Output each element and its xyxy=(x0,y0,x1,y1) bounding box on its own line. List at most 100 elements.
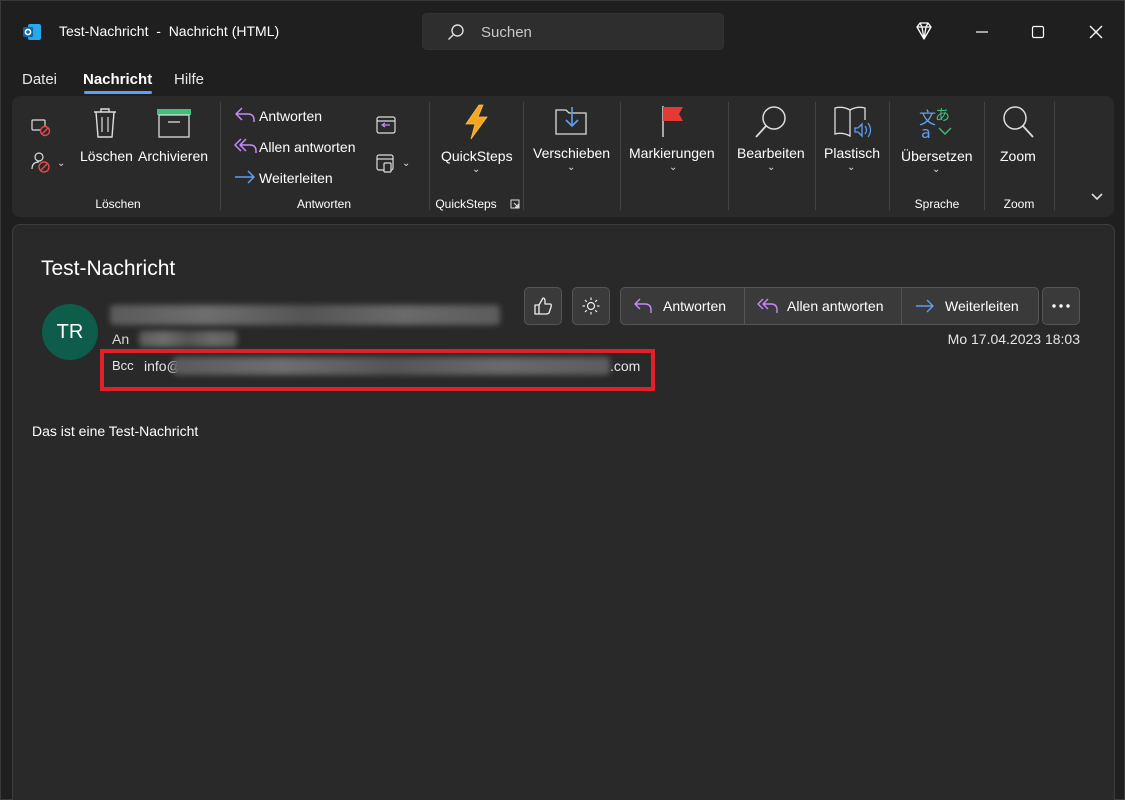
sender-name-redacted xyxy=(110,305,500,325)
edit-button-label[interactable]: Bearbeiten xyxy=(737,145,805,161)
ribbon: ⌄ Löschen Archivieren Löschen Antworten … xyxy=(12,96,1114,217)
tab-datei[interactable]: Datei xyxy=(22,71,57,88)
search-icon xyxy=(448,24,464,40)
quicksteps-lightning-icon[interactable] xyxy=(461,104,491,140)
delete-icon[interactable] xyxy=(91,106,119,140)
reply-all-button-label[interactable]: Allen antworten xyxy=(259,139,356,155)
chevron-down-icon[interactable]: ⌄ xyxy=(472,164,480,175)
maximize-icon[interactable] xyxy=(1023,17,1053,47)
group-label-antworten: Antworten xyxy=(296,197,352,211)
delete-button-label[interactable]: Löschen xyxy=(80,148,133,164)
edit-search-icon[interactable] xyxy=(753,104,789,140)
group-label-zoom: Zoom xyxy=(1003,197,1035,211)
reply-all-label: Allen antworten xyxy=(787,298,884,314)
ribbon-separator xyxy=(523,102,524,210)
forward-button-label[interactable]: Weiterleiten xyxy=(259,170,333,186)
more-respond-icon[interactable] xyxy=(375,152,397,174)
ribbon-separator xyxy=(815,102,816,210)
sender-avatar: TR xyxy=(42,304,98,360)
reply-all-button[interactable]: Allen antworten xyxy=(757,288,884,324)
avatar-initials: TR xyxy=(56,320,84,343)
close-icon[interactable] xyxy=(1081,17,1111,47)
bcc-address-redacted xyxy=(173,357,610,375)
chevron-down-icon[interactable]: ⌄ xyxy=(567,162,575,173)
premium-diamond-icon[interactable] xyxy=(909,17,939,47)
meeting-reply-icon[interactable] xyxy=(375,114,397,136)
translate-button-label[interactable]: Übersetzen xyxy=(901,148,973,164)
reply-actions: Antworten Allen antworten Weiterleiten xyxy=(620,287,1039,325)
more-actions-button[interactable] xyxy=(1042,287,1080,325)
chevron-down-icon[interactable]: ⌄ xyxy=(932,164,940,175)
group-label-quicksteps: QuickSteps xyxy=(435,197,497,211)
chevron-down-icon[interactable]: ⌄ xyxy=(669,162,677,173)
dialog-launcher-icon[interactable] xyxy=(510,199,520,209)
svg-text:あ: あ xyxy=(935,106,950,124)
search-box[interactable]: Suchen xyxy=(422,13,724,50)
reply-icon[interactable] xyxy=(234,106,256,124)
minimize-icon[interactable] xyxy=(967,17,997,47)
translate-icon[interactable]: 文 あ a xyxy=(917,104,955,140)
bcc-address-end[interactable]: .com xyxy=(610,358,640,374)
to-recipient-redacted[interactable] xyxy=(139,331,237,347)
message-date: Mo 17.04.2023 18:03 xyxy=(947,331,1080,347)
block-sender-icon[interactable] xyxy=(30,151,56,175)
zoom-icon[interactable] xyxy=(1000,104,1036,140)
flag-icon[interactable] xyxy=(660,104,686,138)
ribbon-expand-chevron-icon[interactable] xyxy=(1090,192,1104,202)
reply-button[interactable]: Antworten xyxy=(633,288,726,324)
thumbs-up-icon xyxy=(534,297,552,315)
group-label-loeschen: Löschen xyxy=(95,197,141,211)
ribbon-separator xyxy=(1054,102,1055,210)
outlook-message-window: Test-Nachricht - Nachricht (HTML) Suchen… xyxy=(0,0,1125,800)
brightness-toggle-button[interactable] xyxy=(572,287,610,325)
move-icon[interactable] xyxy=(554,104,588,136)
ribbon-separator xyxy=(429,102,430,210)
tab-nachricht[interactable]: Nachricht xyxy=(83,71,152,88)
reply-all-icon[interactable] xyxy=(234,137,258,155)
chevron-down-icon[interactable]: ⌄ xyxy=(847,162,855,173)
flag-button-label[interactable]: Markierungen xyxy=(629,145,715,161)
immersive-reader-icon[interactable] xyxy=(833,104,873,140)
title-bar: Test-Nachricht - Nachricht (HTML) Suchen xyxy=(1,1,1124,63)
ribbon-separator xyxy=(620,102,621,210)
zoom-button-label[interactable]: Zoom xyxy=(1000,148,1036,164)
ribbon-separator xyxy=(984,102,985,210)
action-separator xyxy=(901,288,902,324)
ribbon-separator xyxy=(728,102,729,210)
message-pane: Test-Nachricht TR An Bcc info@ .com Antw… xyxy=(12,224,1115,800)
archive-icon[interactable] xyxy=(156,108,192,138)
archive-button-label[interactable]: Archivieren xyxy=(138,148,208,164)
ribbon-separator xyxy=(889,102,890,210)
immersive-reader-button-label[interactable]: Plastisch xyxy=(824,145,880,161)
reply-all-icon xyxy=(757,298,778,313)
action-separator xyxy=(744,288,745,324)
reply-icon xyxy=(634,298,652,313)
menu-tabs: Datei Nachricht Hilfe xyxy=(1,65,401,94)
reply-label: Antworten xyxy=(663,298,727,314)
more-dots-icon xyxy=(1052,304,1070,308)
tab-hilfe[interactable]: Hilfe xyxy=(174,71,204,88)
outlook-app-icon xyxy=(23,24,41,40)
forward-icon xyxy=(916,299,934,313)
ignore-icon[interactable] xyxy=(30,116,52,138)
active-tab-indicator xyxy=(84,91,152,94)
search-placeholder: Suchen xyxy=(481,24,532,41)
svg-text:a: a xyxy=(921,123,931,140)
bcc-label: Bcc xyxy=(112,358,134,373)
move-button-label[interactable]: Verschieben xyxy=(533,145,610,161)
sun-icon xyxy=(582,297,600,315)
forward-button[interactable]: Weiterleiten xyxy=(915,288,1019,324)
message-subject: Test-Nachricht xyxy=(41,257,176,280)
reply-button-label[interactable]: Antworten xyxy=(259,108,322,124)
message-body: Das ist eine Test-Nachricht xyxy=(32,423,199,439)
to-label: An xyxy=(112,331,130,347)
quicksteps-button-label[interactable]: QuickSteps xyxy=(441,148,513,164)
like-button[interactable] xyxy=(524,287,562,325)
chevron-down-icon[interactable]: ⌄ xyxy=(57,158,65,169)
ribbon-separator xyxy=(220,102,221,210)
chevron-down-icon[interactable]: ⌄ xyxy=(402,158,410,169)
window-title: Test-Nachricht - Nachricht (HTML) xyxy=(59,23,280,39)
group-label-sprache: Sprache xyxy=(914,197,960,211)
forward-icon[interactable] xyxy=(234,169,256,185)
chevron-down-icon[interactable]: ⌄ xyxy=(767,162,775,173)
